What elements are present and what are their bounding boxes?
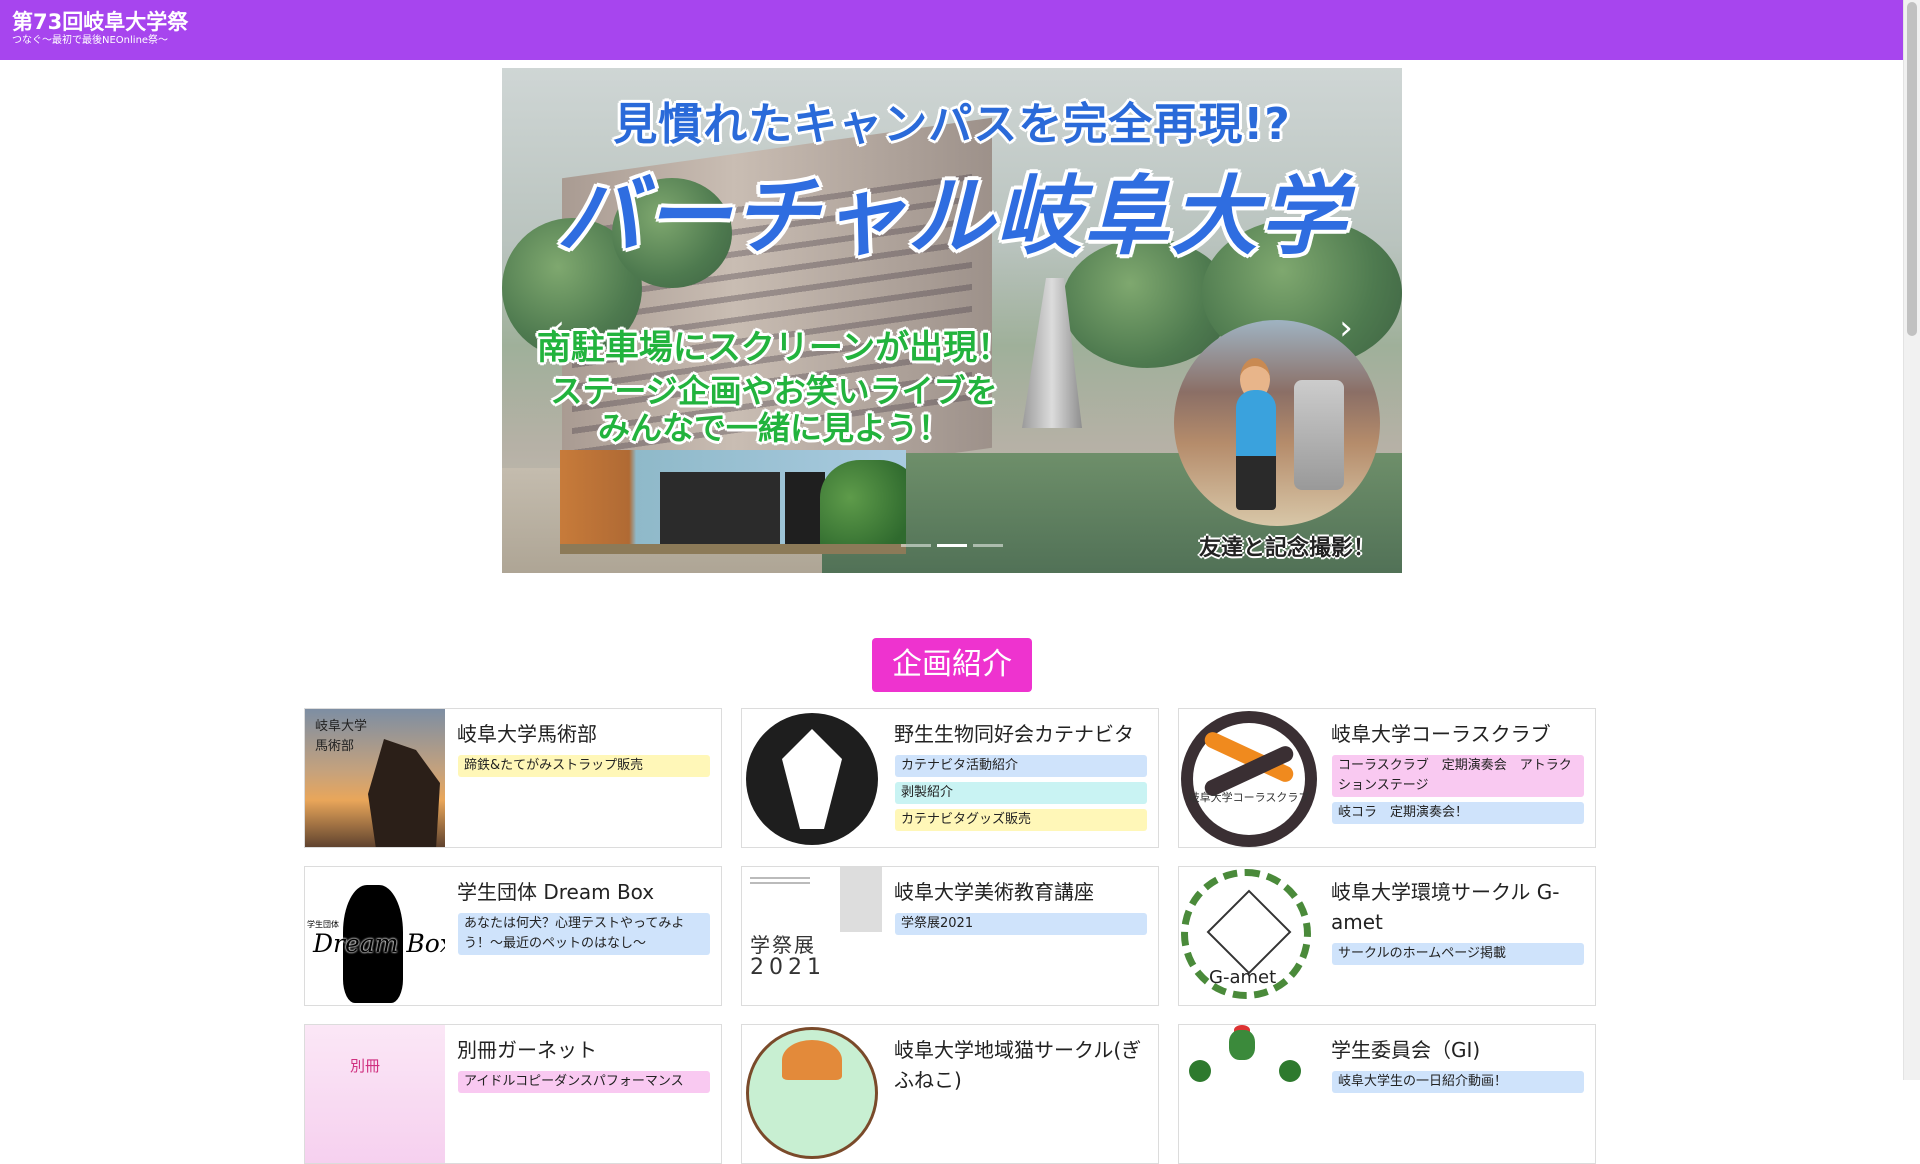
tag-list: アイドルコピーダンスパフォーマンス <box>458 1071 710 1098</box>
thumbnail-label: 学祭展 <box>750 933 816 957</box>
chevron-right-icon[interactable]: › <box>1326 298 1366 358</box>
site-title[interactable]: 第73回岐阜大学祭 <box>12 12 188 33</box>
event-title[interactable]: 岐阜大学環境サークル G-amet <box>1331 877 1589 937</box>
carousel-indicators <box>502 544 1402 548</box>
thumbnail-label: 岐阜大学コーラスクラブ <box>1188 791 1310 804</box>
event-title[interactable]: 岐阜大学コーラスクラブ <box>1331 719 1589 749</box>
event-thumbnail: 学生団体 Dream Box <box>305 867 445 1005</box>
event-tag: サークルのホームページ掲載 <box>1332 943 1584 965</box>
event-card[interactable]: 別冊 別冊ガーネット アイドルコピーダンスパフォーマンス <box>304 1024 722 1164</box>
event-tag: カテナビタ活動紹介 <box>895 755 1147 777</box>
event-tag: 岐コラ 定期演奏会！ <box>1332 802 1584 824</box>
event-thumbnail: 学祭展 2021 <box>742 867 882 1005</box>
event-card[interactable]: 学生団体 Dream Box 学生団体 Dream Box あなたは何犬？心理テ… <box>304 866 722 1006</box>
event-title[interactable]: 岐阜大学美術教育講座 <box>894 877 1152 907</box>
carousel-indicator-2[interactable] <box>937 544 967 547</box>
tag-list: 蹄鉄&たてがみストラップ販売 <box>458 755 710 782</box>
event-card[interactable]: 学祭展 2021 岐阜大学美術教育講座 学祭展2021 <box>741 866 1159 1006</box>
event-title[interactable]: 岐阜大学馬術部 <box>457 719 715 749</box>
thumbnail-label: G-amet <box>1209 967 1277 988</box>
carousel-indicator-1[interactable] <box>901 544 931 547</box>
thumbnail-year: 2021 <box>750 955 826 980</box>
event-thumbnail <box>742 709 882 847</box>
tag-list: あなたは何犬？心理テストやってみよう！〜最近のペットのはなし〜 <box>458 913 710 960</box>
event-card[interactable]: G-amet 岐阜大学環境サークル G-amet サークルのホームページ掲載 <box>1178 866 1596 1006</box>
event-card[interactable]: 野生生物同好会カテナビタ カテナビタ活動紹介 剥製紹介 カテナビタグッズ販売 <box>741 708 1159 848</box>
event-tag: 学祭展2021 <box>895 913 1147 935</box>
event-tag: 剥製紹介 <box>895 782 1147 804</box>
event-thumbnail: 別冊 <box>305 1025 445 1163</box>
event-title[interactable]: 別冊ガーネット <box>457 1035 715 1065</box>
banner-headline-top: 見慣れたキャンパスを完全再現!? <box>613 99 1291 150</box>
carousel-indicator-3[interactable] <box>973 544 1003 547</box>
event-thumbnail: 岐阜大学コーラスクラブ <box>1179 709 1319 847</box>
event-card[interactable]: 岐阜大学 馬術部 岐阜大学馬術部 蹄鉄&たてがみストラップ販売 <box>304 708 722 848</box>
event-tag: 岐阜大学生の一日紹介動画！ <box>1332 1071 1584 1093</box>
thumbnail-label: 別冊 <box>350 1057 381 1075</box>
stage-screen-image <box>560 450 906 554</box>
event-title[interactable]: 学生団体 Dream Box <box>457 877 715 907</box>
event-tag: あなたは何犬？心理テストやってみよう！〜最近のペットのはなし〜 <box>458 913 710 955</box>
scrollbar-thumb[interactable] <box>1907 2 1917 336</box>
event-title[interactable]: 岐阜大学地域猫サークル(ぎふねこ) <box>894 1035 1152 1095</box>
tag-list: コーラスクラブ 定期演奏会 アトラクションステージ 岐コラ 定期演奏会！ <box>1332 755 1584 829</box>
event-tag: カテナビタグッズ販売 <box>895 809 1147 831</box>
cat-icon <box>782 1040 842 1080</box>
chevron-left-icon[interactable]: ‹ <box>538 298 578 358</box>
event-tag: 蹄鉄&たてがみストラップ販売 <box>458 755 710 777</box>
event-card[interactable]: 岐阜大学コーラスクラブ 岐阜大学コーラスクラブ コーラスクラブ 定期演奏会 アト… <box>1178 708 1596 848</box>
event-thumbnail <box>742 1025 882 1163</box>
event-card[interactable]: 学生委員会（GI) 岐阜大学生の一日紹介動画！ <box>1178 1024 1596 1164</box>
event-thumbnail: 岐阜大学 馬術部 <box>305 709 445 847</box>
event-title[interactable]: 野生生物同好会カテナビタ <box>894 719 1152 749</box>
event-card[interactable]: 岐阜大学地域猫サークル(ぎふねこ) <box>741 1024 1159 1164</box>
banner-line-3: みんなで一緒に見よう！ <box>597 409 950 447</box>
event-thumbnail: G-amet <box>1179 867 1319 1005</box>
page-scrollbar[interactable] <box>1903 0 1920 1080</box>
tag-list: カテナビタ活動紹介 剥製紹介 カテナビタグッズ販売 <box>895 755 1147 836</box>
banner-headline-main: バーチャル岐阜大学 <box>556 167 1348 267</box>
event-tag: コーラスクラブ 定期演奏会 アトラクションステージ <box>1332 755 1584 797</box>
tag-list: 学祭展2021 <box>895 913 1147 940</box>
banner-line-1: 南駐車場にスクリーンが出現！ <box>536 328 1012 368</box>
event-thumbnail <box>1179 1025 1319 1163</box>
site-subtitle: つなぐ〜最初で最後NEOnline祭〜 <box>12 35 169 46</box>
tag-list: 岐阜大学生の一日紹介動画！ <box>1332 1071 1584 1098</box>
tag-list: サークルのホームページ掲載 <box>1332 943 1584 970</box>
hero-carousel: 見慣れたキャンパスを完全再現!? バーチャル岐阜大学 南駐車場にスクリーンが出現… <box>502 68 1402 573</box>
thumbnail-label: 岐阜大学 馬術部 <box>315 719 368 754</box>
thumbnail-label: Dream Box <box>313 929 445 958</box>
event-tag: アイドルコピーダンスパフォーマンス <box>458 1071 710 1093</box>
event-title[interactable]: 学生委員会（GI) <box>1331 1035 1589 1065</box>
section-title: 企画紹介 <box>872 638 1032 692</box>
top-navbar: 第73回岐阜大学祭 つなぐ〜最初で最後NEOnline祭〜 <box>0 0 1903 60</box>
